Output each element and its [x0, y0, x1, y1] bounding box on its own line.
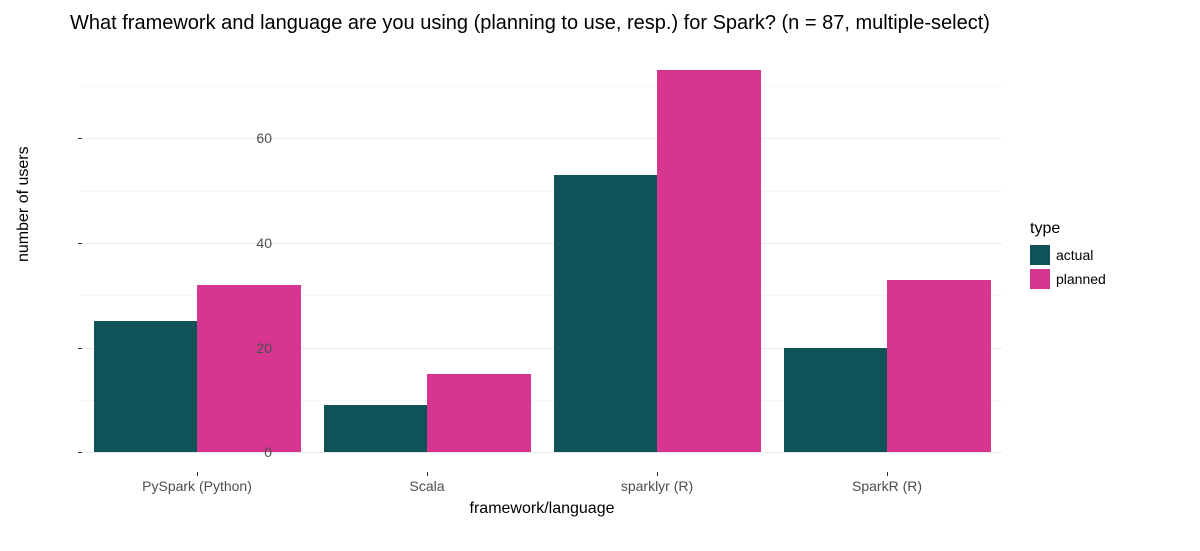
plot-area	[82, 52, 1002, 472]
y-tick-label: 40	[222, 235, 272, 251]
bar-planned	[657, 70, 761, 452]
x-tick-label: sparklyr (R)	[621, 478, 693, 494]
x-tick-mark	[427, 472, 428, 476]
x-tick-label: SparkR (R)	[852, 478, 922, 494]
bar-planned	[427, 374, 531, 452]
bar-planned	[197, 285, 301, 452]
legend-swatch-planned	[1030, 269, 1050, 289]
gridline-minor	[82, 191, 1002, 192]
legend-label: actual	[1056, 247, 1093, 263]
legend-item-planned: planned	[1030, 268, 1106, 290]
bar-planned	[887, 280, 991, 453]
gridline-major	[82, 452, 1002, 453]
legend: type actual planned	[1030, 220, 1106, 292]
legend-item-actual: actual	[1030, 244, 1106, 266]
y-axis-title: number of users	[15, 146, 33, 262]
bar-actual	[554, 175, 658, 452]
x-tick-mark	[657, 472, 658, 476]
y-tick-mark	[78, 348, 82, 349]
bar-actual	[784, 348, 888, 453]
gridline-major	[82, 138, 1002, 139]
y-tick-label: 0	[222, 444, 272, 460]
bar-actual	[324, 405, 428, 452]
gridline-major	[82, 243, 1002, 244]
gridline-minor	[82, 86, 1002, 87]
y-tick-mark	[78, 243, 82, 244]
x-tick-mark	[887, 472, 888, 476]
x-tick-label: Scala	[409, 478, 444, 494]
chart-container: What framework and language are you usin…	[0, 0, 1200, 551]
y-tick-label: 20	[222, 340, 272, 356]
legend-label: planned	[1056, 271, 1106, 287]
bar-actual	[94, 321, 198, 452]
y-tick-mark	[78, 452, 82, 453]
x-tick-label: PySpark (Python)	[142, 478, 252, 494]
chart-title: What framework and language are you usin…	[70, 12, 990, 35]
y-tick-mark	[78, 138, 82, 139]
legend-swatch-actual	[1030, 245, 1050, 265]
x-tick-mark	[197, 472, 198, 476]
legend-title: type	[1030, 220, 1106, 238]
y-tick-label: 60	[222, 130, 272, 146]
x-axis-title: framework/language	[82, 500, 1002, 518]
